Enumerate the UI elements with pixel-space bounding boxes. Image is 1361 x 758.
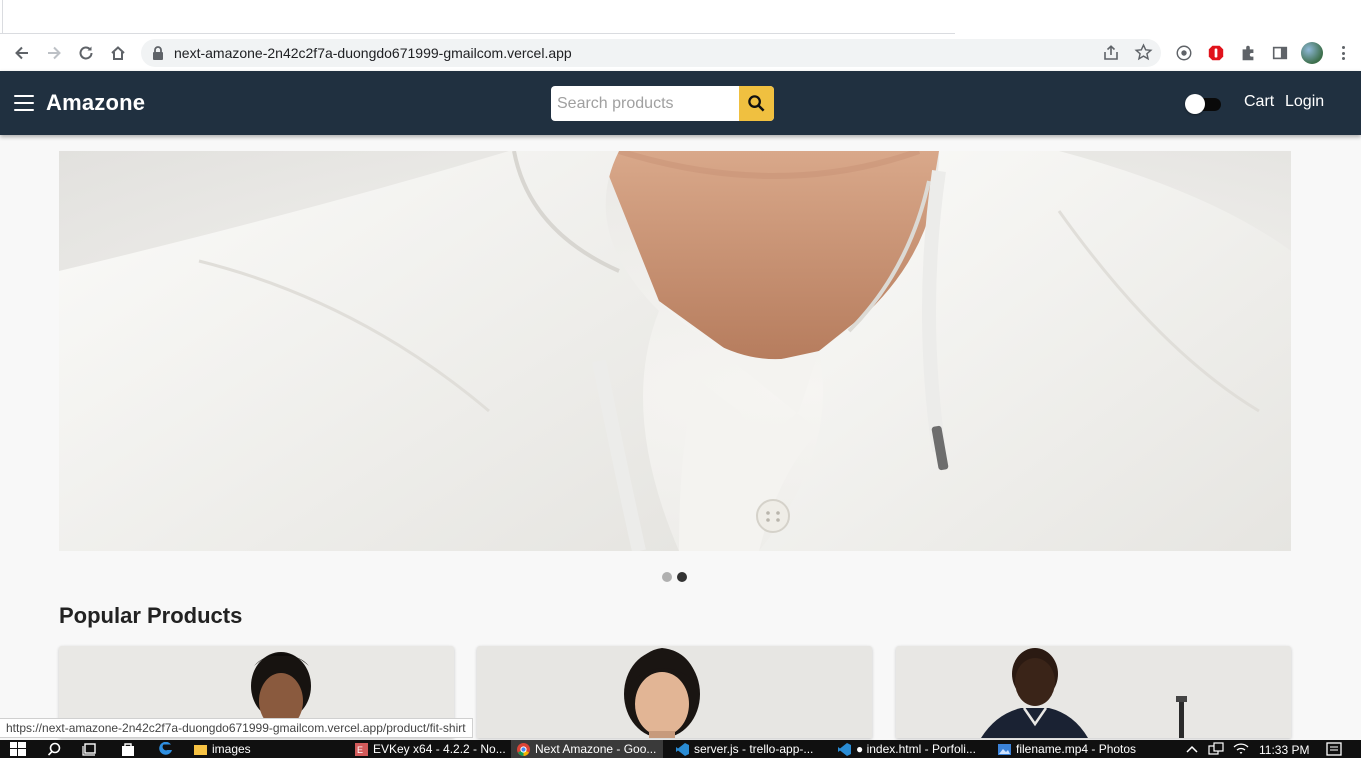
browser-menu-icon[interactable] xyxy=(1336,43,1350,63)
tray-wifi-icon[interactable] xyxy=(1233,742,1249,756)
taskbar-item-label: Next Amazone - Goo... xyxy=(535,742,657,756)
vscode-icon xyxy=(838,742,851,756)
section-title: Popular Products xyxy=(59,603,243,628)
search-icon xyxy=(748,95,765,112)
tray-chevron-up-icon[interactable] xyxy=(1184,742,1200,756)
photos-icon xyxy=(998,743,1011,755)
carousel-dot-2[interactable] xyxy=(677,572,687,582)
taskbar-item-label: filename.mp4 - Photos xyxy=(1016,742,1137,756)
forward-icon[interactable] xyxy=(41,40,67,66)
taskbar-item-label: images xyxy=(212,742,251,756)
taskbar-item-label: server.js - trello-app-... xyxy=(694,742,814,756)
product-image xyxy=(477,646,872,738)
hero-carousel-image[interactable] xyxy=(59,151,1291,551)
dark-mode-toggle[interactable] xyxy=(1185,94,1223,114)
brand-logo[interactable]: Amazone xyxy=(46,90,145,116)
taskbar-item-images[interactable]: images xyxy=(194,740,344,758)
carousel-dot-1[interactable] xyxy=(662,572,672,582)
back-icon[interactable] xyxy=(9,40,35,66)
tray-network-icon[interactable] xyxy=(1208,742,1224,756)
search-form xyxy=(551,86,774,121)
lock-icon[interactable] xyxy=(152,46,164,60)
login-link[interactable]: Login xyxy=(1285,93,1324,111)
folder-icon xyxy=(194,744,207,755)
taskbar-item-label: EVKey x64 - 4.2.2 - No... xyxy=(373,742,506,756)
site-header: Amazone Cart Login xyxy=(0,71,1361,135)
share-icon[interactable] xyxy=(1102,44,1120,62)
toggle-thumb xyxy=(1185,94,1205,114)
taskbar-item-evkey[interactable]: E EVKey x64 - 4.2.2 - No... xyxy=(355,740,507,758)
vscode-icon xyxy=(676,742,689,756)
tab-edge xyxy=(2,0,3,34)
carousel-indicators xyxy=(662,572,692,584)
windows-start-icon[interactable] xyxy=(10,742,26,756)
taskbar-clock[interactable]: 11:33 PM xyxy=(1259,743,1309,757)
cart-link[interactable]: Cart xyxy=(1244,93,1274,111)
taskbar-item-photos[interactable]: filename.mp4 - Photos xyxy=(998,740,1148,758)
profile-avatar[interactable] xyxy=(1301,42,1323,64)
address-url[interactable]: next-amazone-2n42c2f7a-duongdo671999-gma… xyxy=(174,45,572,61)
adblock-icon[interactable] xyxy=(1206,43,1226,63)
reload-icon[interactable] xyxy=(73,40,99,66)
menu-icon[interactable] xyxy=(14,95,34,111)
browser-toolbar: next-amazone-2n42c2f7a-duongdo671999-gma… xyxy=(0,34,1361,71)
search-icon[interactable] xyxy=(48,742,64,756)
svg-text:E: E xyxy=(357,745,363,755)
notifications-icon[interactable] xyxy=(1326,742,1342,756)
home-icon[interactable] xyxy=(105,40,131,66)
hero-photo-hoodie xyxy=(59,151,1291,551)
taskbar-item-vscode[interactable]: ● index.html - Porfoli... xyxy=(838,740,988,758)
address-bar[interactable]: next-amazone-2n42c2f7a-duongdo671999-gma… xyxy=(141,39,1161,67)
product-image xyxy=(896,646,1291,738)
browser-tab-strip xyxy=(0,0,1361,34)
store-icon[interactable] xyxy=(120,742,136,756)
product-card[interactable] xyxy=(896,646,1291,738)
side-panel-icon[interactable] xyxy=(1270,43,1290,63)
search-input[interactable] xyxy=(551,86,739,121)
windows-taskbar: images E EVKey x64 - 4.2.2 - No... Next … xyxy=(0,740,1361,758)
link-status-bubble: https://next-amazone-2n42c2f7a-duongdo67… xyxy=(0,718,473,738)
product-card[interactable] xyxy=(477,646,872,738)
edge-icon[interactable] xyxy=(158,742,174,756)
taskbar-item-label: ● index.html - Porfoli... xyxy=(856,742,976,756)
taskbar-item-chrome[interactable]: Next Amazone - Goo... xyxy=(511,740,663,758)
bookmark-star-icon[interactable] xyxy=(1134,43,1153,62)
task-view-icon[interactable] xyxy=(82,742,98,756)
extension-circle-icon[interactable] xyxy=(1174,43,1194,63)
extensions-puzzle-icon[interactable] xyxy=(1238,43,1258,63)
chrome-icon xyxy=(517,742,530,756)
evkey-icon: E xyxy=(355,742,368,756)
search-button[interactable] xyxy=(739,86,774,121)
taskbar-item-vscode[interactable]: server.js - trello-app-... xyxy=(676,740,826,758)
